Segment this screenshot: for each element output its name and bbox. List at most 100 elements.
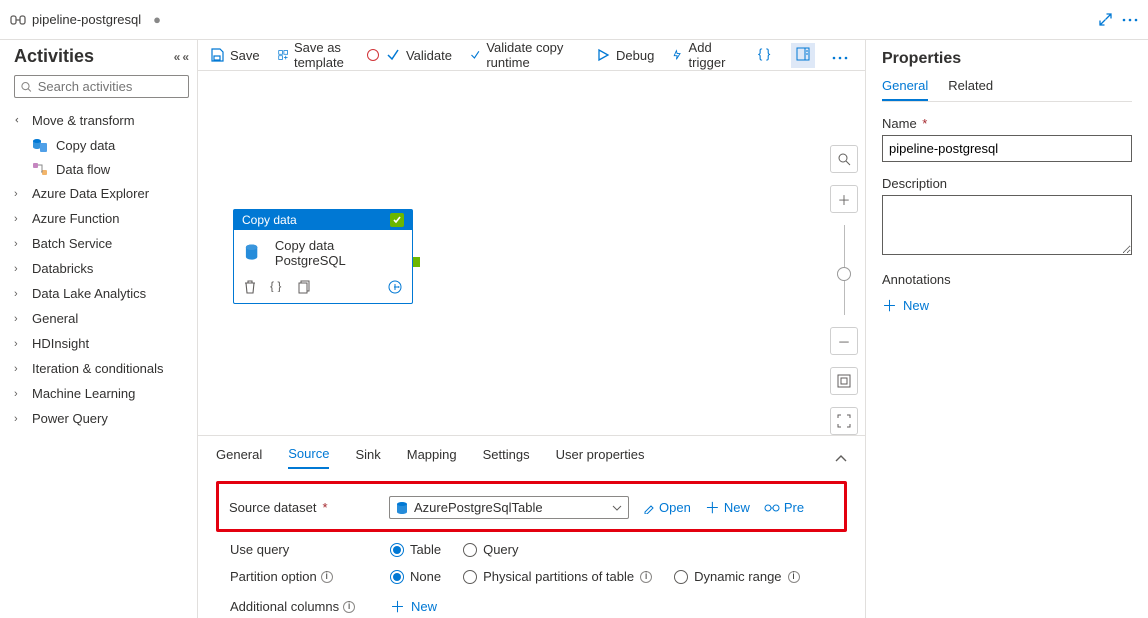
radio-dynamic[interactable]: Dynamic range i (674, 569, 799, 584)
info-icon[interactable]: i (788, 571, 800, 583)
group-label: Iteration & conditionals (32, 361, 164, 376)
info-icon[interactable]: i (640, 571, 652, 583)
add-annotation-button[interactable]: ＋New (882, 295, 1132, 316)
node-anchor-icon[interactable] (367, 49, 379, 61)
clone-icon[interactable] (298, 280, 310, 297)
group-general[interactable]: ›General (14, 306, 189, 331)
add-column-button[interactable]: ＋New (390, 596, 437, 617)
search-canvas-button[interactable] (830, 145, 858, 173)
properties-panel: Properties General Related Name * Descri… (866, 40, 1148, 618)
toolbar: Save Save as template Validate Validate … (198, 40, 865, 71)
zoom-controls: ＋ － (823, 71, 865, 435)
add-output-icon[interactable] (388, 280, 402, 297)
debug-button[interactable]: Debug (596, 48, 654, 63)
group-label: HDInsight (32, 336, 89, 351)
group-iteration-conditionals[interactable]: ›Iteration & conditionals (14, 356, 189, 381)
collapse-panel-icon[interactable] (835, 450, 847, 465)
tab-source[interactable]: Source (288, 446, 329, 469)
radio-query[interactable]: Query (463, 542, 518, 557)
search-input[interactable] (14, 75, 189, 98)
tab-mapping[interactable]: Mapping (407, 447, 457, 468)
properties-tab-related[interactable]: Related (948, 78, 993, 101)
delete-icon[interactable] (244, 280, 256, 297)
node-output-handle[interactable] (413, 257, 420, 267)
partition-option-label: Partition option (230, 569, 317, 584)
group-label: General (32, 311, 78, 326)
group-data-lake-analytics[interactable]: ›Data Lake Analytics (14, 281, 189, 306)
save-as-template-label: Save as template (294, 40, 368, 70)
plus-icon: ＋ (882, 295, 897, 316)
search-icon (21, 81, 32, 93)
debug-label: Debug (616, 48, 654, 63)
radio-physical[interactable]: Physical partitions of table i (463, 569, 652, 584)
new-dataset-button[interactable]: ＋New (705, 497, 750, 518)
more-menu-button[interactable] (827, 44, 853, 67)
activity-properties-panel: General Source Sink Mapping Settings Use… (198, 435, 865, 618)
group-azure-data-explorer[interactable]: ›Azure Data Explorer (14, 181, 189, 206)
glasses-icon (764, 503, 780, 513)
activity-tabs: General Source Sink Mapping Settings Use… (198, 436, 865, 475)
partition-radio-group: None Physical partitions of table i Dyna… (390, 569, 800, 584)
group-power-query[interactable]: ›Power Query (14, 406, 189, 431)
fullscreen-button[interactable] (830, 407, 858, 435)
zoom-slider[interactable] (844, 225, 845, 315)
group-label: Azure Function (32, 211, 119, 226)
radio-none[interactable]: None (390, 569, 441, 584)
node-body: Copy data PostgreSQL (234, 230, 412, 276)
collapse-sidebar-icon[interactable]: «« (174, 50, 189, 64)
use-query-label: Use query (230, 542, 289, 557)
description-input[interactable] (882, 195, 1132, 255)
open-dataset-button[interactable]: Open (643, 500, 691, 515)
fit-to-screen-button[interactable] (830, 367, 858, 395)
name-input[interactable] (882, 135, 1132, 162)
pipeline-icon (10, 12, 26, 28)
tab-settings[interactable]: Settings (483, 447, 530, 468)
plus-icon: ＋ (390, 596, 405, 617)
group-label: Data Lake Analytics (32, 286, 146, 301)
group-batch-service[interactable]: ›Batch Service (14, 231, 189, 256)
validate-label: Validate (406, 48, 452, 63)
save-button[interactable]: Save (210, 48, 260, 63)
group-databricks[interactable]: ›Databricks (14, 256, 189, 281)
activity-copy-data[interactable]: Copy data (14, 133, 189, 157)
activities-header[interactable]: Activities «« (14, 46, 189, 67)
code-icon[interactable]: { } (270, 280, 284, 297)
svg-text:{ }: { } (758, 47, 771, 61)
group-label: Azure Data Explorer (32, 186, 149, 201)
source-dataset-select[interactable]: AzurePostgreSqlTable (389, 496, 629, 519)
pipeline-canvas[interactable]: Copy data Copy data PostgreSQL { } (198, 71, 823, 435)
activity-node-copy-data[interactable]: Copy data Copy data PostgreSQL { } (233, 209, 413, 304)
radio-table[interactable]: Table (390, 542, 441, 557)
search-field[interactable] (38, 79, 182, 94)
activity-data-flow[interactable]: Data flow (14, 157, 189, 181)
main-area: Save Save as template Validate Validate … (198, 40, 866, 618)
tab-sink[interactable]: Sink (355, 447, 380, 468)
group-move-transform[interactable]: ⌄Move & transform (14, 108, 189, 133)
group-machine-learning[interactable]: ›Machine Learning (14, 381, 189, 406)
activity-label: Copy data (56, 138, 115, 153)
tab-user-properties[interactable]: User properties (556, 447, 645, 468)
properties-toggle-button[interactable] (791, 43, 815, 68)
validate-button[interactable]: Validate (386, 48, 452, 63)
node-type-label: Copy data (242, 213, 297, 227)
add-trigger-button[interactable]: Add trigger (672, 40, 735, 70)
activities-sidebar: Activities «« ⌄Move & transform Copy dat… (0, 40, 198, 618)
json-view-button[interactable]: { } (753, 43, 779, 68)
data-flow-icon (32, 161, 48, 177)
group-hdinsight[interactable]: ›HDInsight (14, 331, 189, 356)
zoom-out-button[interactable]: － (830, 327, 858, 355)
info-icon[interactable]: i (321, 571, 333, 583)
group-azure-function[interactable]: ›Azure Function (14, 206, 189, 231)
info-icon[interactable]: i (343, 601, 355, 613)
plus-icon: ＋ (705, 497, 720, 518)
save-as-template-button[interactable]: Save as template (278, 40, 368, 70)
zoom-in-button[interactable]: ＋ (830, 185, 858, 213)
properties-tab-general[interactable]: General (882, 78, 928, 101)
expand-window-icon[interactable] (1099, 13, 1112, 26)
validate-copy-runtime-button[interactable]: Validate copy runtime (470, 40, 578, 70)
more-icon[interactable] (1122, 18, 1138, 22)
tab-general[interactable]: General (216, 447, 262, 468)
preview-data-button[interactable]: Pre (764, 500, 804, 515)
properties-header: Properties (882, 50, 1132, 68)
pipeline-tab[interactable]: pipeline-postgresql ● (10, 12, 161, 28)
